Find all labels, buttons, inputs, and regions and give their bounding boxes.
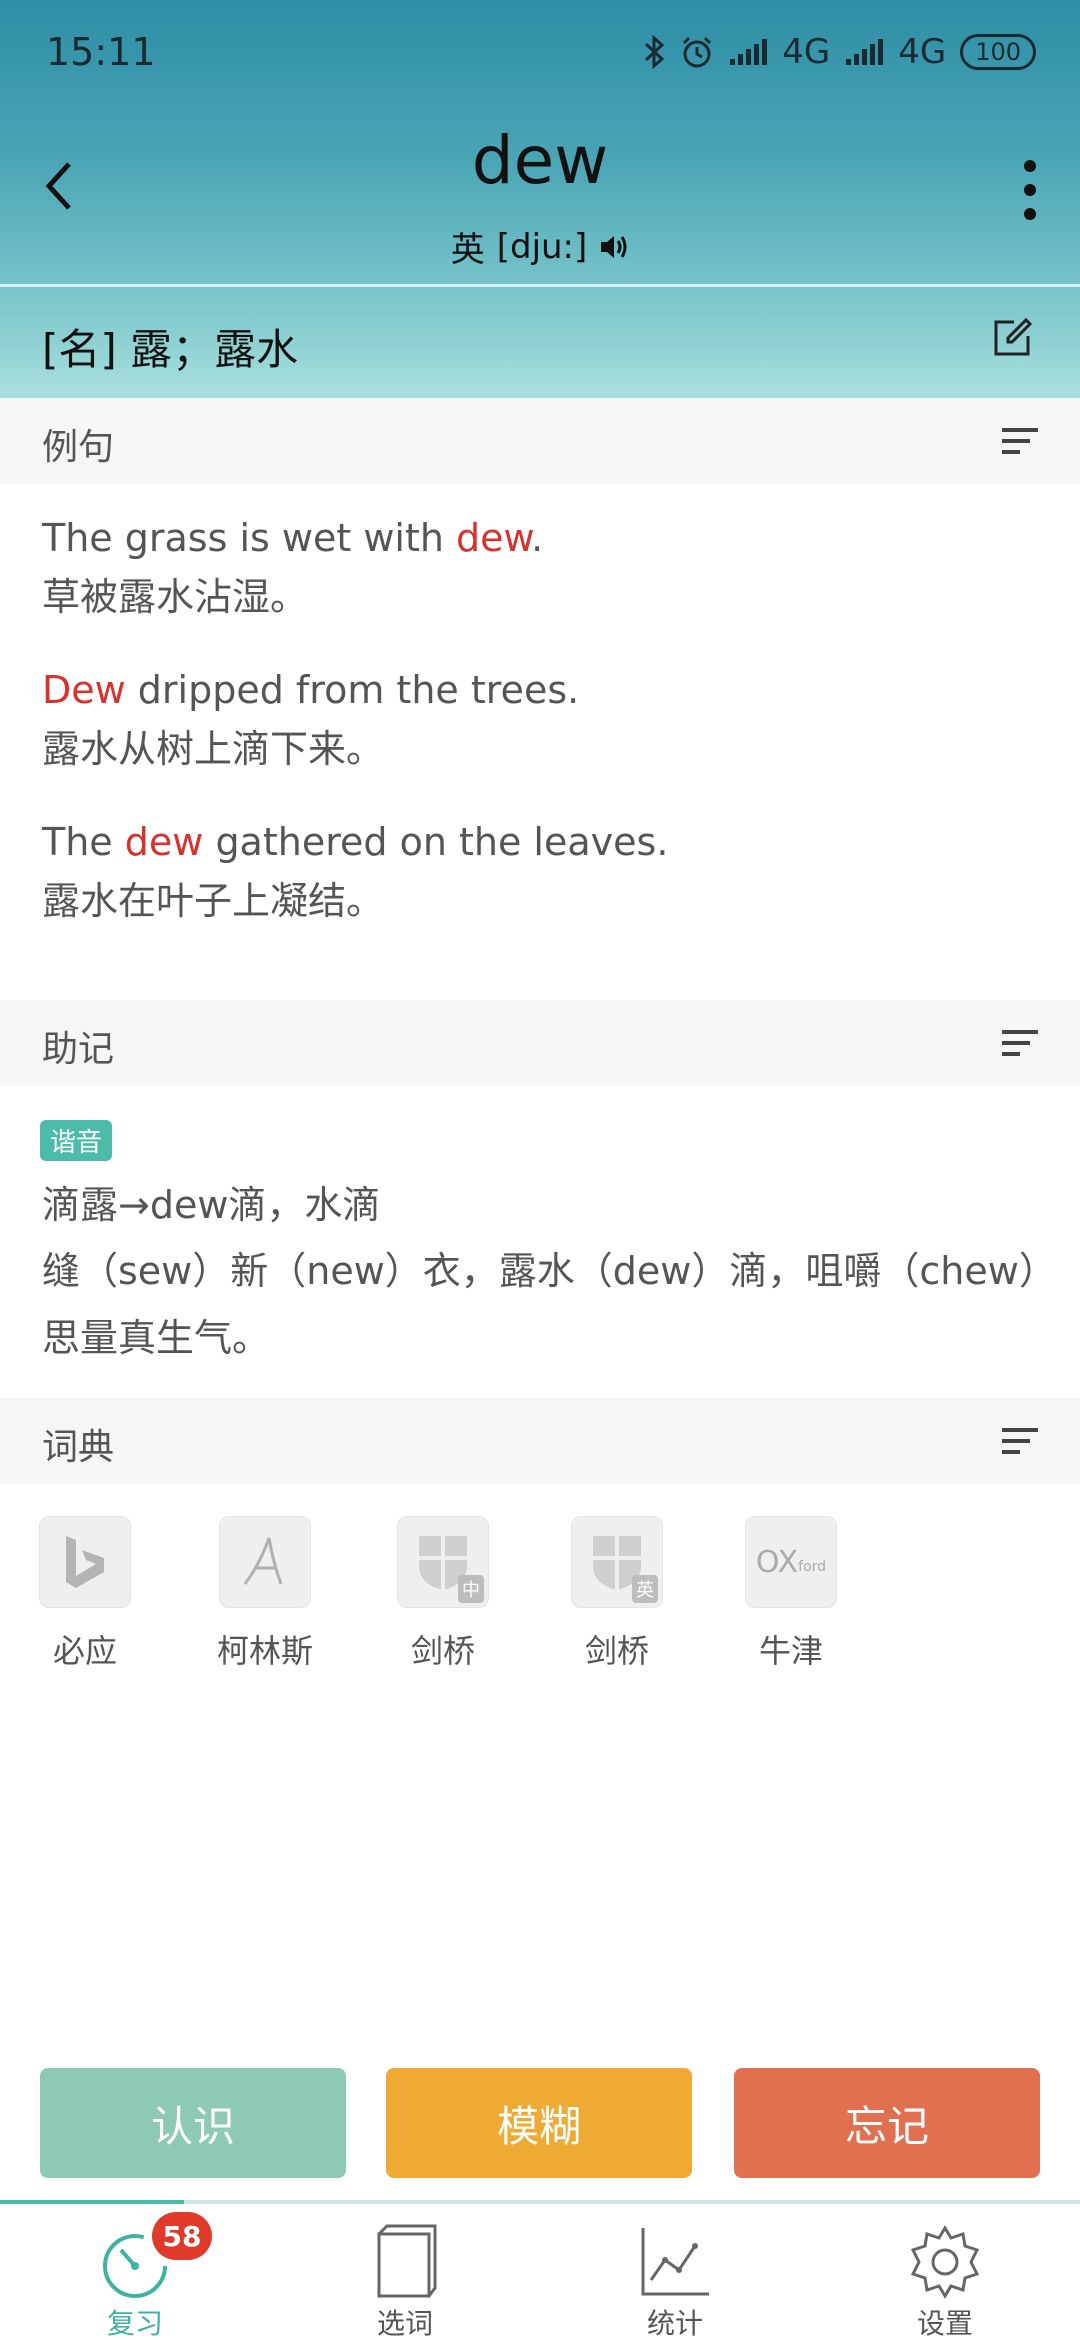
tab-label: 统计 bbox=[646, 2307, 703, 2340]
dictionary-bing[interactable]: 必应 bbox=[20, 1516, 150, 1672]
word-header: 15:11 4G 4G 100 dew 英 [dju:] [名] 露；露水 bbox=[0, 0, 1080, 398]
book-icon bbox=[377, 2224, 437, 2298]
settings-gear-icon bbox=[910, 2225, 980, 2299]
dictionary-name: 剑桥 bbox=[584, 1632, 649, 1670]
network-type-1: 4G bbox=[782, 32, 831, 72]
dictionary-badge: 中 bbox=[458, 1575, 484, 1603]
forget-button[interactable]: 忘记 bbox=[734, 2068, 1040, 2178]
word-meaning: [名] 露；露水 bbox=[42, 325, 299, 374]
network-type-2: 4G bbox=[898, 32, 947, 72]
dictionary-badge: 英 bbox=[632, 1575, 658, 1603]
example-en: The grass is wet with dew. bbox=[42, 516, 544, 560]
examples-section-header: 例句 bbox=[0, 398, 1080, 484]
mnemonic-tag: 谐音 bbox=[40, 1120, 113, 1161]
tab-label: 选词 bbox=[376, 2307, 433, 2340]
mnemonic-line: 缝（sew）新（new）衣，露水（dew）滴，咀嚼（chew）思量真生气。 bbox=[42, 1249, 1038, 1360]
speaker-icon[interactable] bbox=[599, 233, 629, 261]
know-button[interactable]: 认识 bbox=[40, 2068, 346, 2178]
tab-settings[interactable]: 设置 bbox=[810, 2204, 1080, 2340]
example-cn: 露水在叶子上凝结。 bbox=[42, 879, 385, 924]
bing-icon bbox=[39, 1516, 131, 1608]
highlight-word: Dew bbox=[42, 668, 126, 712]
status-bar: 15:11 4G 4G 100 bbox=[0, 0, 1080, 100]
chart-icon bbox=[641, 2228, 709, 2296]
header-divider bbox=[0, 284, 1080, 287]
example-cn: 露水从树上滴下来。 bbox=[42, 727, 385, 772]
word-title: dew bbox=[471, 122, 609, 199]
tab-review[interactable]: 58 复习 bbox=[0, 2204, 270, 2340]
dictionary-collins[interactable]: 柯林斯 bbox=[200, 1516, 330, 1672]
sort-icon[interactable] bbox=[1000, 1028, 1040, 1058]
more-dot bbox=[1024, 184, 1036, 196]
more-dot bbox=[1024, 208, 1036, 220]
phonetic-row[interactable]: 英 [dju:] bbox=[0, 222, 1080, 271]
dictionary-name: 柯林斯 bbox=[216, 1632, 313, 1670]
dictionary-cambridge-cn[interactable]: 中 剑桥 bbox=[378, 1516, 508, 1672]
example-item: The grass is wet with dew. 草被露水沾湿。 bbox=[42, 514, 1042, 623]
dictionary-oxford[interactable]: OX ford 牛津 bbox=[726, 1516, 856, 1672]
mnemonic-section-title: 助记 bbox=[42, 1029, 115, 1070]
battery-level: 100 bbox=[975, 38, 1021, 66]
example-item: Dew dripped from the trees. 露水从树上滴下来。 bbox=[42, 666, 1042, 775]
review-count-badge: 58 bbox=[152, 2212, 212, 2260]
example-en: The dew gathered on the leaves. bbox=[42, 820, 669, 864]
phonetic-text: [dju:] bbox=[496, 226, 588, 267]
tab-label: 复习 bbox=[106, 2307, 163, 2340]
sort-icon[interactable] bbox=[1000, 426, 1040, 456]
oxford-icon: OX ford bbox=[745, 1516, 837, 1608]
mnemonic-line: 滴露→dew滴，水滴 bbox=[42, 1183, 381, 1227]
tab-statistics[interactable]: 统计 bbox=[540, 2204, 810, 2340]
dictionary-name: 牛津 bbox=[758, 1632, 823, 1670]
mnemonic-section-header: 助记 bbox=[0, 1000, 1080, 1086]
dictionary-name: 必应 bbox=[52, 1632, 117, 1670]
example-item: The dew gathered on the leaves. 露水在叶子上凝结… bbox=[42, 818, 1042, 927]
tab-select-words[interactable]: 选词 bbox=[270, 2204, 540, 2340]
edit-button[interactable] bbox=[992, 317, 1036, 362]
battery-icon: 100 bbox=[960, 34, 1036, 70]
example-en: Dew dripped from the trees. bbox=[42, 668, 580, 712]
examples-section-title: 例句 bbox=[42, 427, 115, 468]
bottom-tab-bar: 58 复习 选词 统计 设置 bbox=[0, 2204, 1080, 2340]
vague-button[interactable]: 模糊 bbox=[386, 2068, 692, 2178]
signal-icon bbox=[844, 37, 884, 67]
dictionary-section-header: 词典 bbox=[0, 1398, 1080, 1484]
more-options-button[interactable] bbox=[1010, 150, 1050, 230]
phonetic-region: 英 bbox=[450, 230, 485, 270]
dictionary-name: 剑桥 bbox=[410, 1632, 475, 1670]
collins-icon bbox=[219, 1516, 311, 1608]
dictionary-list: 必应 柯林斯 中 剑桥 英 剑桥 OX ford 牛津 bbox=[0, 1516, 1080, 1670]
example-cn: 草被露水沾湿。 bbox=[42, 575, 309, 620]
highlight-word: dew bbox=[124, 820, 204, 864]
status-time: 15:11 bbox=[46, 30, 156, 74]
tab-label: 设置 bbox=[916, 2307, 973, 2340]
signal-icon bbox=[728, 37, 768, 67]
more-dot bbox=[1024, 160, 1036, 172]
edit-icon bbox=[994, 317, 1033, 356]
cambridge-icon: 英 bbox=[571, 1516, 663, 1608]
dictionary-section-title: 词典 bbox=[42, 1427, 115, 1468]
bluetooth-icon bbox=[644, 35, 666, 69]
highlight-word: dew bbox=[456, 516, 532, 560]
alarm-icon bbox=[680, 35, 714, 69]
status-icons: 4G 4G 100 bbox=[644, 30, 1036, 74]
cambridge-icon: 中 bbox=[397, 1516, 489, 1608]
dictionary-cambridge-en[interactable]: 英 剑桥 bbox=[552, 1516, 682, 1672]
sort-icon[interactable] bbox=[1000, 1426, 1040, 1456]
